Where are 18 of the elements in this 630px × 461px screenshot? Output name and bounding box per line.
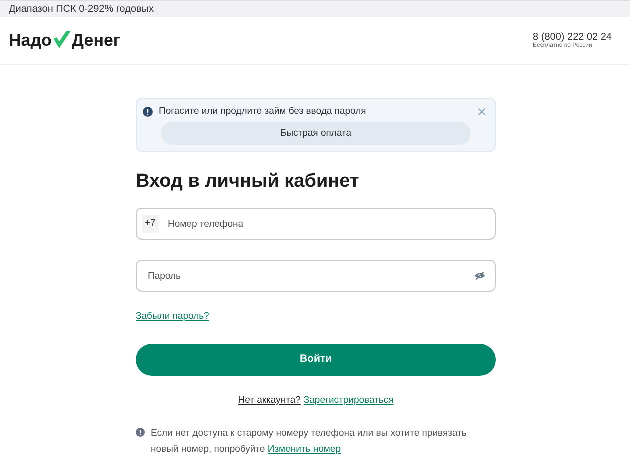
login-button[interactable]: Войти — [136, 344, 496, 376]
page-title: Вход в личный кабинет — [136, 170, 360, 194]
info-icon — [136, 428, 145, 436]
no-account-text: Нет аккаунта? — [238, 394, 301, 408]
country-code: +7 — [142, 215, 159, 234]
register-link[interactable]: Зарегистрироваться — [304, 394, 394, 408]
phone-number[interactable]: 8 (800) 222 02 24 — [533, 32, 612, 42]
forgot-password-link[interactable]: Забыли пароль? — [136, 311, 210, 322]
hidden-eye-icon[interactable] — [474, 271, 486, 282]
logo[interactable]: Надо Денег — [9, 28, 120, 54]
change-number-note: Если нет доступа к старому номеру телефона или вы хотите привязать новый номер, попробуйте Изменить номер — [151, 426, 468, 456]
apr-range-text: Диапазон ПСК 0-292% годовых — [9, 2, 154, 16]
info-icon — [143, 107, 153, 118]
change-number-link[interactable]: Изменить номер — [268, 444, 341, 454]
notice-text: Погасите или продлите займ без ввода пароля — [159, 105, 368, 119]
close-icon[interactable] — [478, 108, 486, 116]
quick-pay-button[interactable]: Быстрая оплата — [161, 122, 471, 146]
password-field[interactable]: Пароль — [136, 260, 496, 292]
